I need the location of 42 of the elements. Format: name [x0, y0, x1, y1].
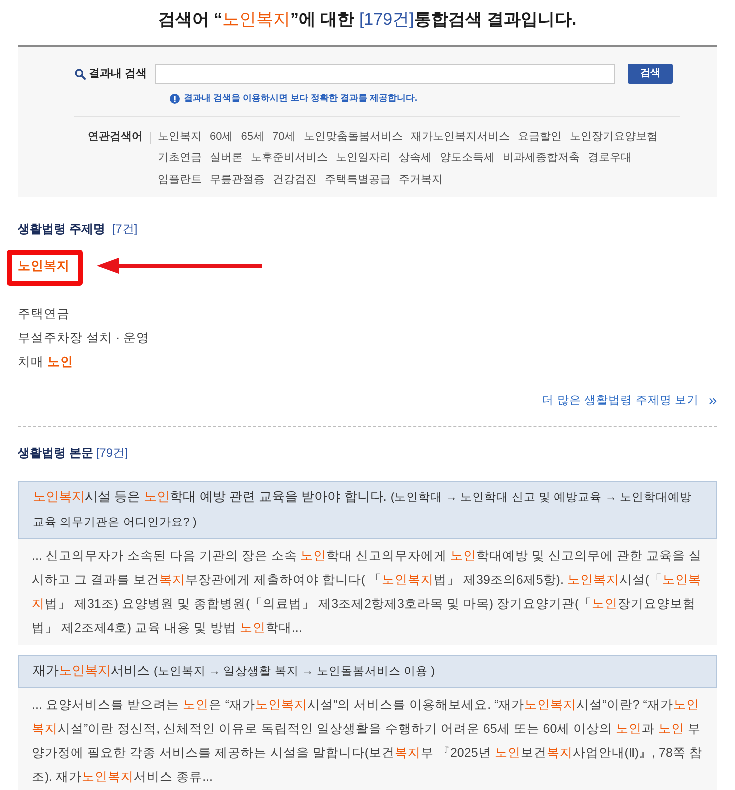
topic-link[interactable]: 주택연금	[18, 302, 70, 326]
section-heading: 생활법령 주제명	[18, 221, 106, 238]
related-keyword-link[interactable]: 경로우대	[588, 148, 632, 170]
related-keyword-link[interactable]: 주택특별공급	[325, 170, 391, 191]
related-keyword-link[interactable]: 상속세	[399, 148, 432, 170]
related-keyword-link[interactable]: 건강검진	[273, 170, 317, 191]
info-icon	[170, 94, 180, 104]
section-heading: 생활법령 본문	[18, 445, 94, 462]
related-keyword-link[interactable]: 임플란트	[158, 170, 202, 191]
related-keyword-link[interactable]: 무릎관절증	[210, 170, 265, 191]
related-keyword-link[interactable]: 재가노인복지서비스	[410, 126, 510, 148]
related-keyword-link[interactable]: 60세	[210, 126, 234, 148]
related-keyword-link[interactable]: 비과세종합저축	[503, 148, 580, 170]
related-keyword-link[interactable]: 65세	[241, 126, 264, 148]
related-keyword-link[interactable]: 70세	[272, 126, 296, 148]
search-label: 결과내 검색	[89, 66, 148, 82]
result-count: [7건]	[112, 221, 138, 238]
topic-link[interactable]: 치매 노인	[18, 350, 74, 374]
result-count: [79건]	[96, 445, 128, 462]
related-keyword-link[interactable]: 주거복지	[399, 170, 443, 191]
related-keyword-link[interactable]: 노인일자리	[336, 148, 391, 170]
related-keyword-link[interactable]: 기초연금	[158, 148, 202, 170]
search-field[interactable]	[155, 64, 615, 84]
search-button[interactable]: 검색	[628, 64, 673, 84]
search-notice: 결과내 검색을 이용하시면 보다 정확한 결과를 제공합니다.	[184, 92, 418, 105]
related-keyword-link[interactable]: 양도소득세	[440, 148, 495, 170]
result-excerpt: ... 요양서비스를 받으려는 노인 은 “재가노인복지 시설”의 서비스를 이용해보세요. “재가노인복지 시설”이란? “재가노인복지 시설”이란 정신적, 신체적인 이유로 독립적인 일상생활을 수행하기 어려운 65세 또는 60세 이상의 노인과 노인 부양가정에 필요한 각종 서비스를 제공하는 시설을 말합니다(보건 복지 부 『2025년 노인 보건 복지 사업안내(Ⅱ)』, 78쪽 참조). 재가노인복지 서비스 종류...	[18, 688, 717, 790]
related-keyword-link[interactable]: 노후준비서비스	[251, 148, 328, 170]
related-keyword-link[interactable]: 실버론	[210, 148, 243, 170]
related-label: 연관검색어	[88, 130, 143, 144]
result-title-bar[interactable]: 노인복지시설 등은 노인학대 예방 관련 교육을 받아야 합니다. (노인학대 → 노인학대 신고 및 예방교육 → 노인학대예방 교육 의무기관은 어디인가요? )	[18, 481, 717, 539]
result-title-bar[interactable]: 재가노인복지서비스 (노인복지 → 일상생활 복지 → 노인돌봄서비스 이용 )	[18, 655, 717, 688]
topic-link[interactable]: 부설주차장 설치 · 운영	[18, 326, 150, 350]
result-excerpt: ... 신고의무자가 소속된 다음 기관의 장은 소속 노인 학대 신고의무자에게 노인 학대예방 및 신고의무에 관한 교육을 실시하고 그 결과를 보건 복지 부장관에게 제출하여야 합니다( 「노인복지 법」 제39조의6제5항). 노인복지 시설(「노인복지 법」 제31조) 요양병원 및 종합병원(「의료법」 제3조제2항제3호라목 및 마목) 장기요양기관(「노인 장기요양보험법」 제2조제4호) 교육 내용 및 방법 노인 학대...	[18, 539, 717, 645]
more-topics-link[interactable]: 더 많은 생활법령 주제명 보기	[542, 393, 717, 409]
related-keyword-link[interactable]: 노인맞춤돌봄서비스	[304, 126, 403, 148]
related-keyword-link[interactable]: 노인복지	[158, 126, 202, 148]
related-keyword-link[interactable]: 요금할인	[518, 126, 562, 148]
double-chevron-icon	[709, 398, 717, 404]
page-title: 검색어 “노인복지”에 대한 [179건]통합검색 결과입니다.	[158, 9, 577, 31]
related-keyword-link[interactable]: 노인장기요양보험	[570, 126, 658, 148]
search-icon	[75, 68, 86, 80]
